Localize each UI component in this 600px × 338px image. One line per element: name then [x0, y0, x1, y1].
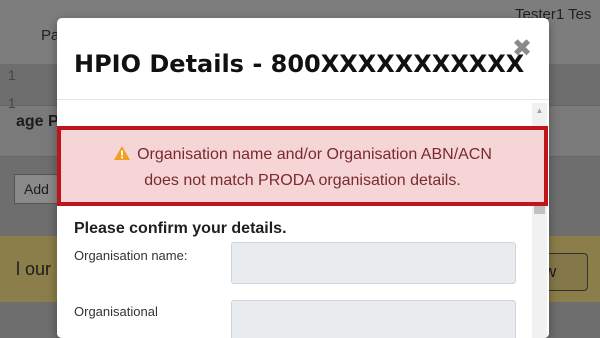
- error-alert: Organisation name and/or Organisation AB…: [57, 126, 548, 206]
- close-icon[interactable]: ✖: [511, 37, 533, 61]
- hpio-details-modal: HPIO Details - 800XXXXXXXXXXX ✖ ▲ Organi…: [57, 18, 549, 338]
- organisation-name-input[interactable]: [231, 242, 516, 284]
- warning-icon: [114, 146, 131, 160]
- modal-title: HPIO Details - 800XXXXXXXXXXX: [74, 50, 525, 78]
- organisational-input[interactable]: [231, 300, 516, 338]
- background-add-label: Add: [24, 181, 49, 197]
- background-number: 1: [8, 67, 16, 83]
- alert-line-1: Organisation name and/or Organisation AB…: [61, 142, 544, 168]
- background-banner-text: l our: [16, 259, 52, 279]
- background-page-heading: age P: [16, 113, 59, 130]
- alert-text-line-2: does not match PRODA organisation detail…: [144, 172, 461, 189]
- background-number: 1: [8, 95, 16, 111]
- alert-text-line-1: Organisation name and/or Organisation AB…: [137, 146, 492, 163]
- form-heading: Please confirm your details.: [74, 220, 287, 237]
- organisation-name-label: Organisation name:: [74, 248, 188, 263]
- scroll-up-arrow-icon[interactable]: ▲: [532, 103, 547, 119]
- organisational-label: Organisational: [74, 304, 158, 319]
